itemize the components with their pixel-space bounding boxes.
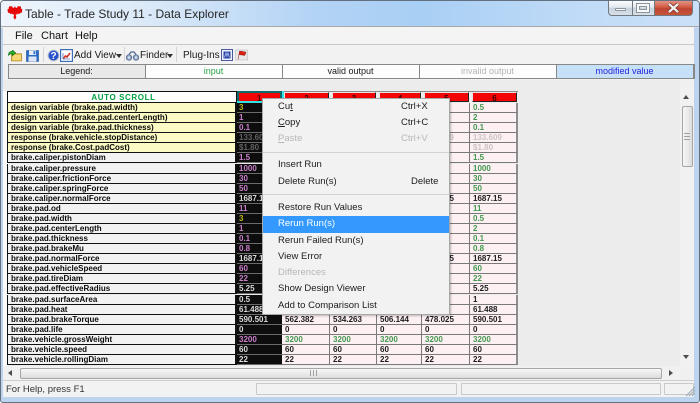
svg-text:?: ? xyxy=(50,51,56,62)
